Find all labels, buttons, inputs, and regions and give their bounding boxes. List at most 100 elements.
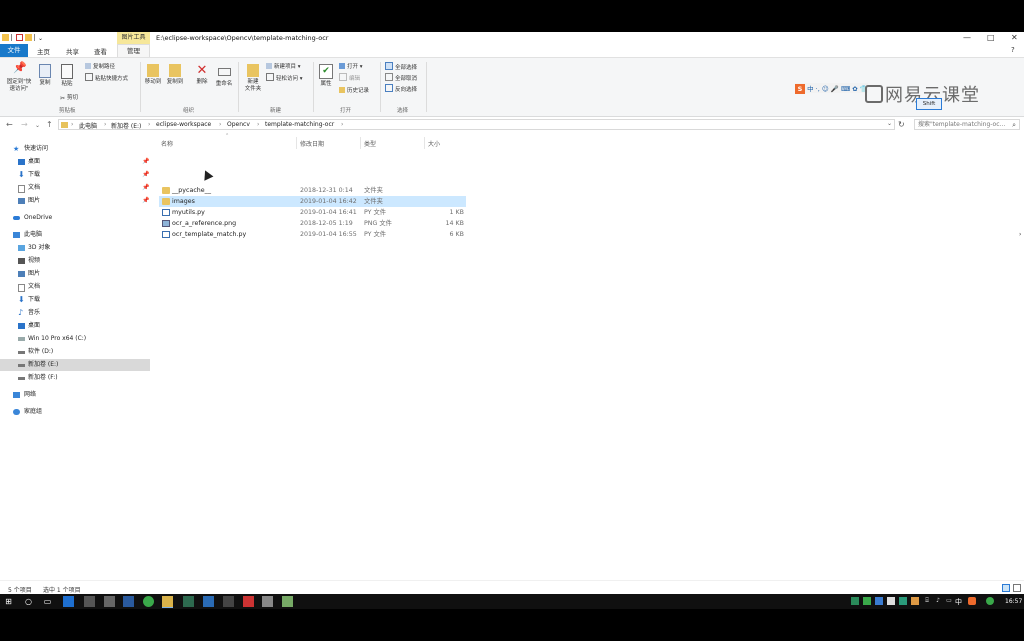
breadcrumb-drive-e[interactable]: 新加卷 (E:) xyxy=(111,121,141,130)
nav-drive-f[interactable]: 新加卷 (F:) xyxy=(0,372,150,384)
new-folder-button[interactable]: 新建 文件夹 xyxy=(242,64,264,93)
column-separator[interactable] xyxy=(360,137,361,149)
file-row[interactable]: myutils.py 2019-01-04 16:41 PY 文件 1 KB xyxy=(159,207,466,218)
nav-drive-c[interactable]: Win 10 Pro x64 (C:) xyxy=(0,333,150,345)
nav-3d-objects[interactable]: 3D 对象 xyxy=(0,242,150,254)
nav-music[interactable]: ♪ 音乐 xyxy=(0,307,150,319)
breadcrumb-opencv[interactable]: Opencv xyxy=(227,121,250,128)
recent-locations-button[interactable]: ⌄ xyxy=(35,122,40,129)
search-box[interactable]: 搜索"template-matching-oc... ⌕ xyxy=(914,119,1020,130)
nav-drive-e[interactable]: 新加卷 (E:) xyxy=(0,359,150,371)
forward-button[interactable]: → xyxy=(21,120,28,129)
properties-button[interactable]: ✔ 属性 xyxy=(317,64,335,88)
nav-this-pc[interactable]: 此电脑 xyxy=(0,229,150,241)
address-bar[interactable]: › 此电脑 › 新加卷 (E:) › eclipse-workspace › O… xyxy=(58,119,895,130)
customize-quick-access-icon[interactable]: ⌄ xyxy=(38,35,45,42)
breadcrumb-eclipse-workspace[interactable]: eclipse-workspace xyxy=(156,121,211,128)
paste-button[interactable]: 粘贴 xyxy=(58,64,76,88)
app-icon[interactable] xyxy=(282,596,293,607)
wechat-icon[interactable] xyxy=(143,596,154,607)
search-button[interactable]: ○ xyxy=(23,596,34,607)
file-explorer-taskbar-icon[interactable] xyxy=(162,596,173,608)
easy-access-button[interactable]: 轻松访问 ▾ xyxy=(266,73,303,82)
breadcrumb-this-pc[interactable]: 此电脑 xyxy=(79,121,97,130)
nav-videos[interactable]: 视频 xyxy=(0,255,150,267)
app-icon[interactable] xyxy=(203,596,214,607)
refresh-button[interactable]: ↻ xyxy=(898,120,905,129)
nav-qa-downloads[interactable]: ⬇ 下载 📌 xyxy=(0,169,150,181)
tray-app-icon[interactable] xyxy=(875,597,883,605)
edit-button[interactable]: 编辑 xyxy=(339,73,360,82)
tray-wechat-icon[interactable] xyxy=(863,597,871,605)
pin-icon[interactable]: 📌 xyxy=(142,195,149,207)
nav-documents[interactable]: 文档 xyxy=(0,281,150,293)
tab-home[interactable]: 主页 xyxy=(37,46,50,56)
tab-file[interactable]: 文件 xyxy=(0,44,28,57)
column-header-size[interactable]: 大小 xyxy=(428,139,440,148)
invert-selection-button[interactable]: 反向选择 xyxy=(385,84,417,93)
up-button[interactable]: ↑ xyxy=(46,120,53,129)
rename-button[interactable]: 重命名 xyxy=(214,64,234,88)
tray-app-icon[interactable] xyxy=(986,597,994,605)
task-view-button[interactable]: ▭ xyxy=(42,596,53,607)
nav-network[interactable]: 网络 xyxy=(0,389,150,401)
details-view-button[interactable] xyxy=(1002,584,1010,592)
nav-qa-documents[interactable]: 文档 📌 xyxy=(0,182,150,194)
nav-drive-d[interactable]: 软件 (D:) xyxy=(0,346,150,358)
file-row[interactable]: ocr_template_match.py 2019-01-04 16:55 P… xyxy=(159,229,466,240)
tab-view[interactable]: 查看 xyxy=(94,46,107,56)
copy-path-button[interactable]: 复制路径 xyxy=(85,62,115,70)
open-button[interactable]: 打开 ▾ xyxy=(339,62,363,70)
photos-icon[interactable] xyxy=(262,596,273,607)
copy-to-button[interactable]: 复制到 xyxy=(165,64,185,86)
tray-app-icon[interactable] xyxy=(887,597,895,605)
address-dropdown-button[interactable]: ⌄ xyxy=(887,120,892,127)
nav-qa-desktop[interactable]: 桌面 📌 xyxy=(0,156,150,168)
large-icons-view-button[interactable] xyxy=(1013,584,1021,592)
mail-icon[interactable] xyxy=(104,596,115,607)
file-row[interactable]: __pycache__ 2018-12-31 0:14 文件夹 xyxy=(159,185,466,196)
new-item-button[interactable]: 新建项目 ▾ xyxy=(266,62,301,70)
back-button[interactable]: ← xyxy=(6,120,13,129)
nav-homegroup[interactable]: 家庭组 xyxy=(0,406,150,418)
tray-display-icon[interactable]: ▭ xyxy=(945,597,953,605)
app-icon[interactable] xyxy=(183,596,194,607)
edge-browser-icon[interactable] xyxy=(63,596,74,607)
tray-sogou-icon[interactable] xyxy=(968,597,976,605)
nav-onedrive[interactable]: OneDrive xyxy=(0,212,150,224)
nav-pictures[interactable]: 图片 xyxy=(0,268,150,280)
app-icon[interactable] xyxy=(123,596,134,607)
delete-button[interactable]: ✕ 删除 xyxy=(193,64,211,86)
tray-app-icon[interactable] xyxy=(899,597,907,605)
pin-icon[interactable]: 📌 xyxy=(142,169,149,181)
tab-share[interactable]: 共享 xyxy=(66,46,79,56)
app-icon[interactable] xyxy=(243,596,254,607)
column-header-name[interactable]: 名称 xyxy=(161,139,173,148)
select-none-button[interactable]: 全部取消 xyxy=(385,73,417,82)
column-header-type[interactable]: 类型 xyxy=(364,139,376,148)
maximize-button[interactable]: □ xyxy=(987,33,995,42)
move-to-button[interactable]: 移动到 xyxy=(143,64,163,86)
breadcrumb-template-matching-ocr[interactable]: template-matching-ocr xyxy=(265,121,334,128)
select-all-button[interactable]: 全部选择 xyxy=(385,62,417,71)
history-button[interactable]: 历史记录 xyxy=(339,86,369,94)
column-header-date[interactable]: 修改日期 xyxy=(300,139,324,148)
file-row-selected[interactable]: images 2019-01-04 16:42 文件夹 xyxy=(159,196,466,207)
app-icon[interactable] xyxy=(223,596,234,607)
cut-button[interactable]: ✂ 剪切 xyxy=(60,93,78,102)
column-separator[interactable] xyxy=(296,137,297,149)
start-button[interactable]: ⊞ xyxy=(3,596,14,607)
pin-quick-access-button[interactable]: 📌 固定到"快 速访问" xyxy=(4,62,34,93)
pin-icon[interactable]: 📌 xyxy=(142,156,149,168)
store-icon[interactable] xyxy=(84,596,95,607)
tray-network-icon[interactable]: ⌸ xyxy=(923,597,931,605)
paste-shortcut-button[interactable]: 粘贴快捷方式 xyxy=(85,73,128,82)
close-button[interactable]: ✕ xyxy=(1011,33,1018,42)
nav-downloads[interactable]: ⬇ 下载 xyxy=(0,294,150,306)
file-row[interactable]: ocr_a_reference.png 2018-12-05 1:19 PNG … xyxy=(159,218,466,229)
column-separator[interactable] xyxy=(424,137,425,149)
taskbar-clock[interactable]: 16:57 xyxy=(1005,598,1022,605)
nav-qa-pictures[interactable]: 图片 📌 xyxy=(0,195,150,207)
pin-icon[interactable]: 📌 xyxy=(142,182,149,194)
copy-button[interactable]: 复制 xyxy=(36,64,54,87)
